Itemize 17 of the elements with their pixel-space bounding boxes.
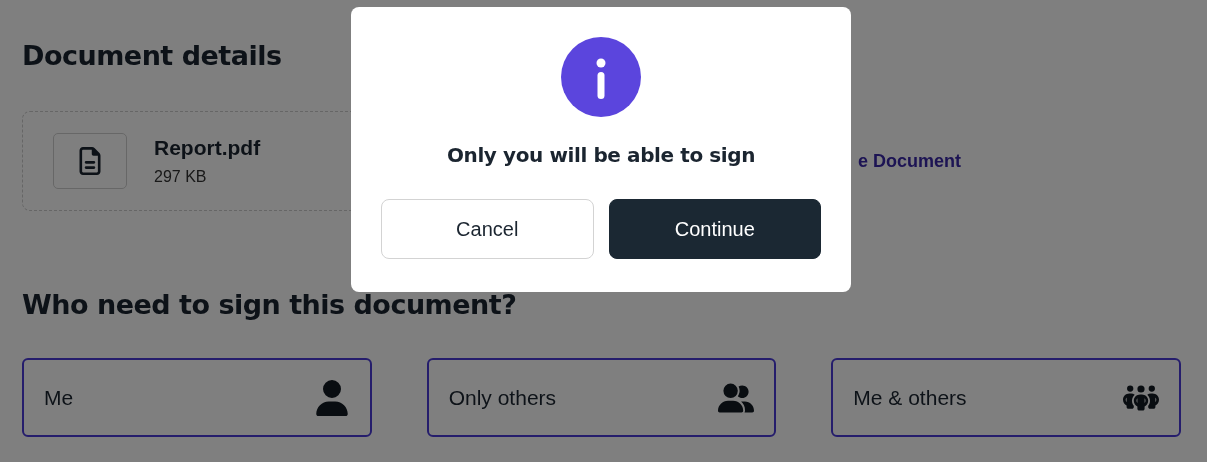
continue-button[interactable]: Continue [608,199,821,259]
option-label: Me [44,385,74,410]
dialog-message: Only you will be able to sign [446,143,756,167]
section-title: Who need to sign this document? [22,289,518,320]
option-label: Me & others [853,385,967,410]
option-label: Only others [448,385,557,410]
file-name: Report.pdf [154,136,261,160]
cancel-button[interactable]: Cancel [381,199,594,259]
info-icon [561,37,641,117]
person-icon [313,379,350,416]
signer-option[interactable]: Me & others [831,358,1181,437]
section-title: Document details [22,40,283,71]
document-icon [76,147,104,175]
file-size: 297 KB [154,168,208,186]
signer-option[interactable]: Me [22,358,372,437]
document-link[interactable]: e Document [858,150,962,172]
signer-option[interactable]: Only others [426,358,777,437]
